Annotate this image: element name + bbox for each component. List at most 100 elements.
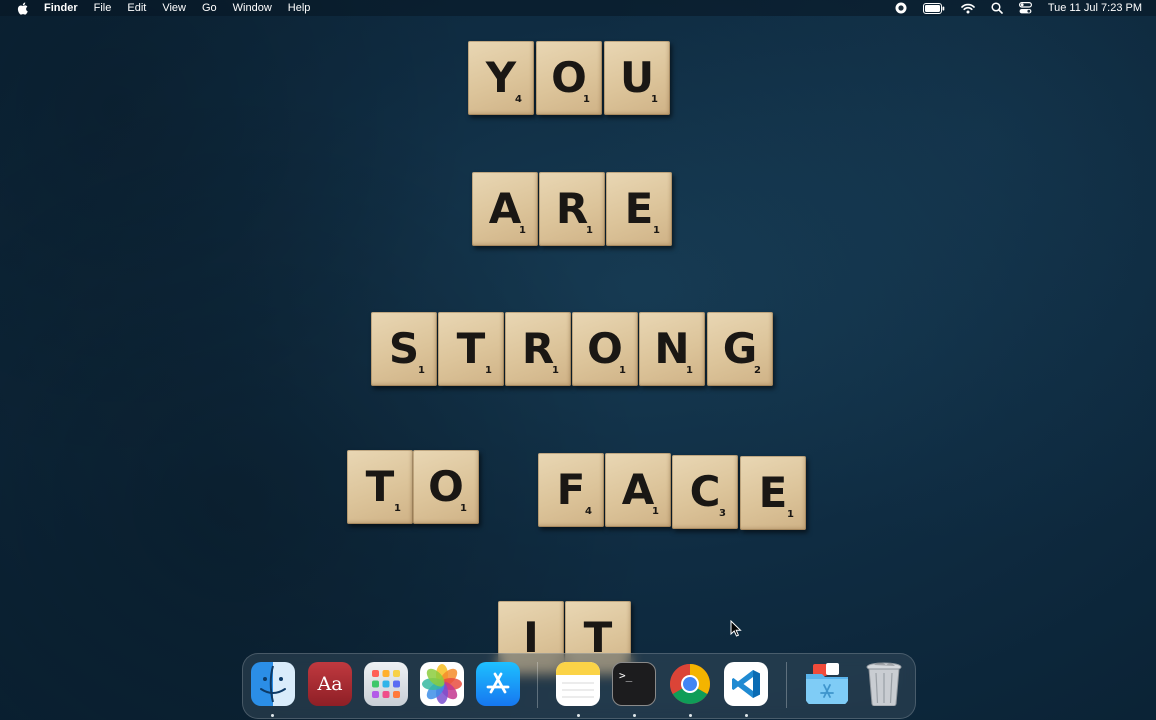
tile: C3 [672,455,738,529]
tile: Y4 [468,41,534,115]
tile-score: 1 [485,365,492,376]
menu-help[interactable]: Help [280,0,319,16]
tile-letter: O [551,53,587,102]
tile-score: 1 [787,509,794,520]
tile-score: 1 [418,365,425,376]
dock: Aa >_ [242,653,916,719]
tile: N1 [639,312,705,386]
tile: F4 [538,453,604,527]
dock-chrome[interactable] [668,662,712,706]
dock-applications-folder[interactable] [805,662,849,706]
mouse-cursor-icon [730,619,742,642]
dock-separator [537,662,538,708]
battery-icon[interactable] [922,1,945,15]
menu-view[interactable]: View [154,0,194,16]
tile-score: 1 [519,225,526,236]
tile: R1 [539,172,605,246]
tile: S1 [371,312,437,386]
spotlight-search-icon[interactable] [991,1,1003,15]
tile-letter: Y [485,53,517,102]
dock-finder[interactable] [251,662,295,706]
chrome-icon [669,663,711,705]
notes-icon [556,662,600,706]
dock-dictionary[interactable]: Aa [308,662,352,706]
menu-bar: Finder File Edit View Go Window Help Tue… [0,0,1156,16]
screen-record-icon[interactable] [895,1,907,15]
tile-score: 4 [515,94,522,105]
tile-score: 1 [552,365,559,376]
dock-separator [786,662,787,708]
tile: U1 [604,41,670,115]
dictionary-icon: Aa [317,673,343,695]
tile-letter: C [689,467,721,516]
tile-score: 1 [619,365,626,376]
tile-letter: O [587,324,623,373]
tile-letter: A [488,184,522,233]
tile: O1 [536,41,602,115]
running-indicator [689,714,692,717]
photos-icon [422,664,462,704]
dock-photos[interactable] [420,662,464,706]
tile-letter: E [624,184,654,233]
tile-letter: N [654,324,690,373]
tile: G2 [707,312,773,386]
dock-vscode[interactable] [724,662,768,706]
tile: E1 [740,456,806,530]
dock-launchpad[interactable] [364,662,408,706]
tile-score: 3 [719,508,726,519]
tile-letter: T [365,462,395,511]
applications-folder-icon [805,662,849,706]
app-store-icon [484,670,512,698]
tile-score: 2 [754,365,761,376]
tile-letter: R [555,184,589,233]
tile-letter: G [722,324,758,373]
tile: O1 [413,450,479,524]
tile-score: 1 [653,225,660,236]
tile-letter: S [388,324,420,373]
menu-window[interactable]: Window [225,0,280,16]
tile-score: 1 [652,506,659,517]
running-indicator [745,714,748,717]
tile-score: 1 [686,365,693,376]
tile-letter: F [556,465,586,514]
apple-logo-icon[interactable] [14,1,30,15]
tile-score: 1 [460,503,467,514]
tile-score: 1 [583,94,590,105]
dock-trash[interactable] [862,662,906,706]
menu-file[interactable]: File [86,0,120,16]
tile: E1 [606,172,672,246]
tile: R1 [505,312,571,386]
control-center-icon[interactable] [1018,1,1032,15]
wifi-icon[interactable] [961,1,975,15]
tile: A1 [605,453,671,527]
tile: A1 [472,172,538,246]
terminal-icon: >_ [619,669,633,682]
menu-app-name[interactable]: Finder [42,0,86,16]
tile-letter: T [456,324,486,373]
tile: T1 [347,450,413,524]
dock-terminal[interactable]: >_ [612,662,656,706]
trash-icon [864,662,904,706]
tile-score: 1 [394,503,401,514]
tile-letter: A [621,465,655,514]
tile-letter: O [428,462,464,511]
tile: T1 [438,312,504,386]
menu-go[interactable]: Go [194,0,225,16]
tile: O1 [572,312,638,386]
tile-score: 4 [585,506,592,517]
launchpad-icon [370,668,402,700]
tile-score: 1 [586,225,593,236]
running-indicator [577,714,580,717]
vscode-icon [730,668,762,700]
tile-letter: E [758,468,788,517]
menu-edit[interactable]: Edit [119,0,154,16]
tile-letter: R [521,324,555,373]
running-indicator [633,714,636,717]
finder-icon [251,662,295,706]
menu-clock[interactable]: Tue 11 Jul 7:23 PM [1048,2,1142,14]
dock-notes[interactable] [556,662,600,706]
tile-score: 1 [651,94,658,105]
tile-letter: U [619,53,655,102]
running-indicator [271,714,274,717]
dock-app-store[interactable] [476,662,520,706]
